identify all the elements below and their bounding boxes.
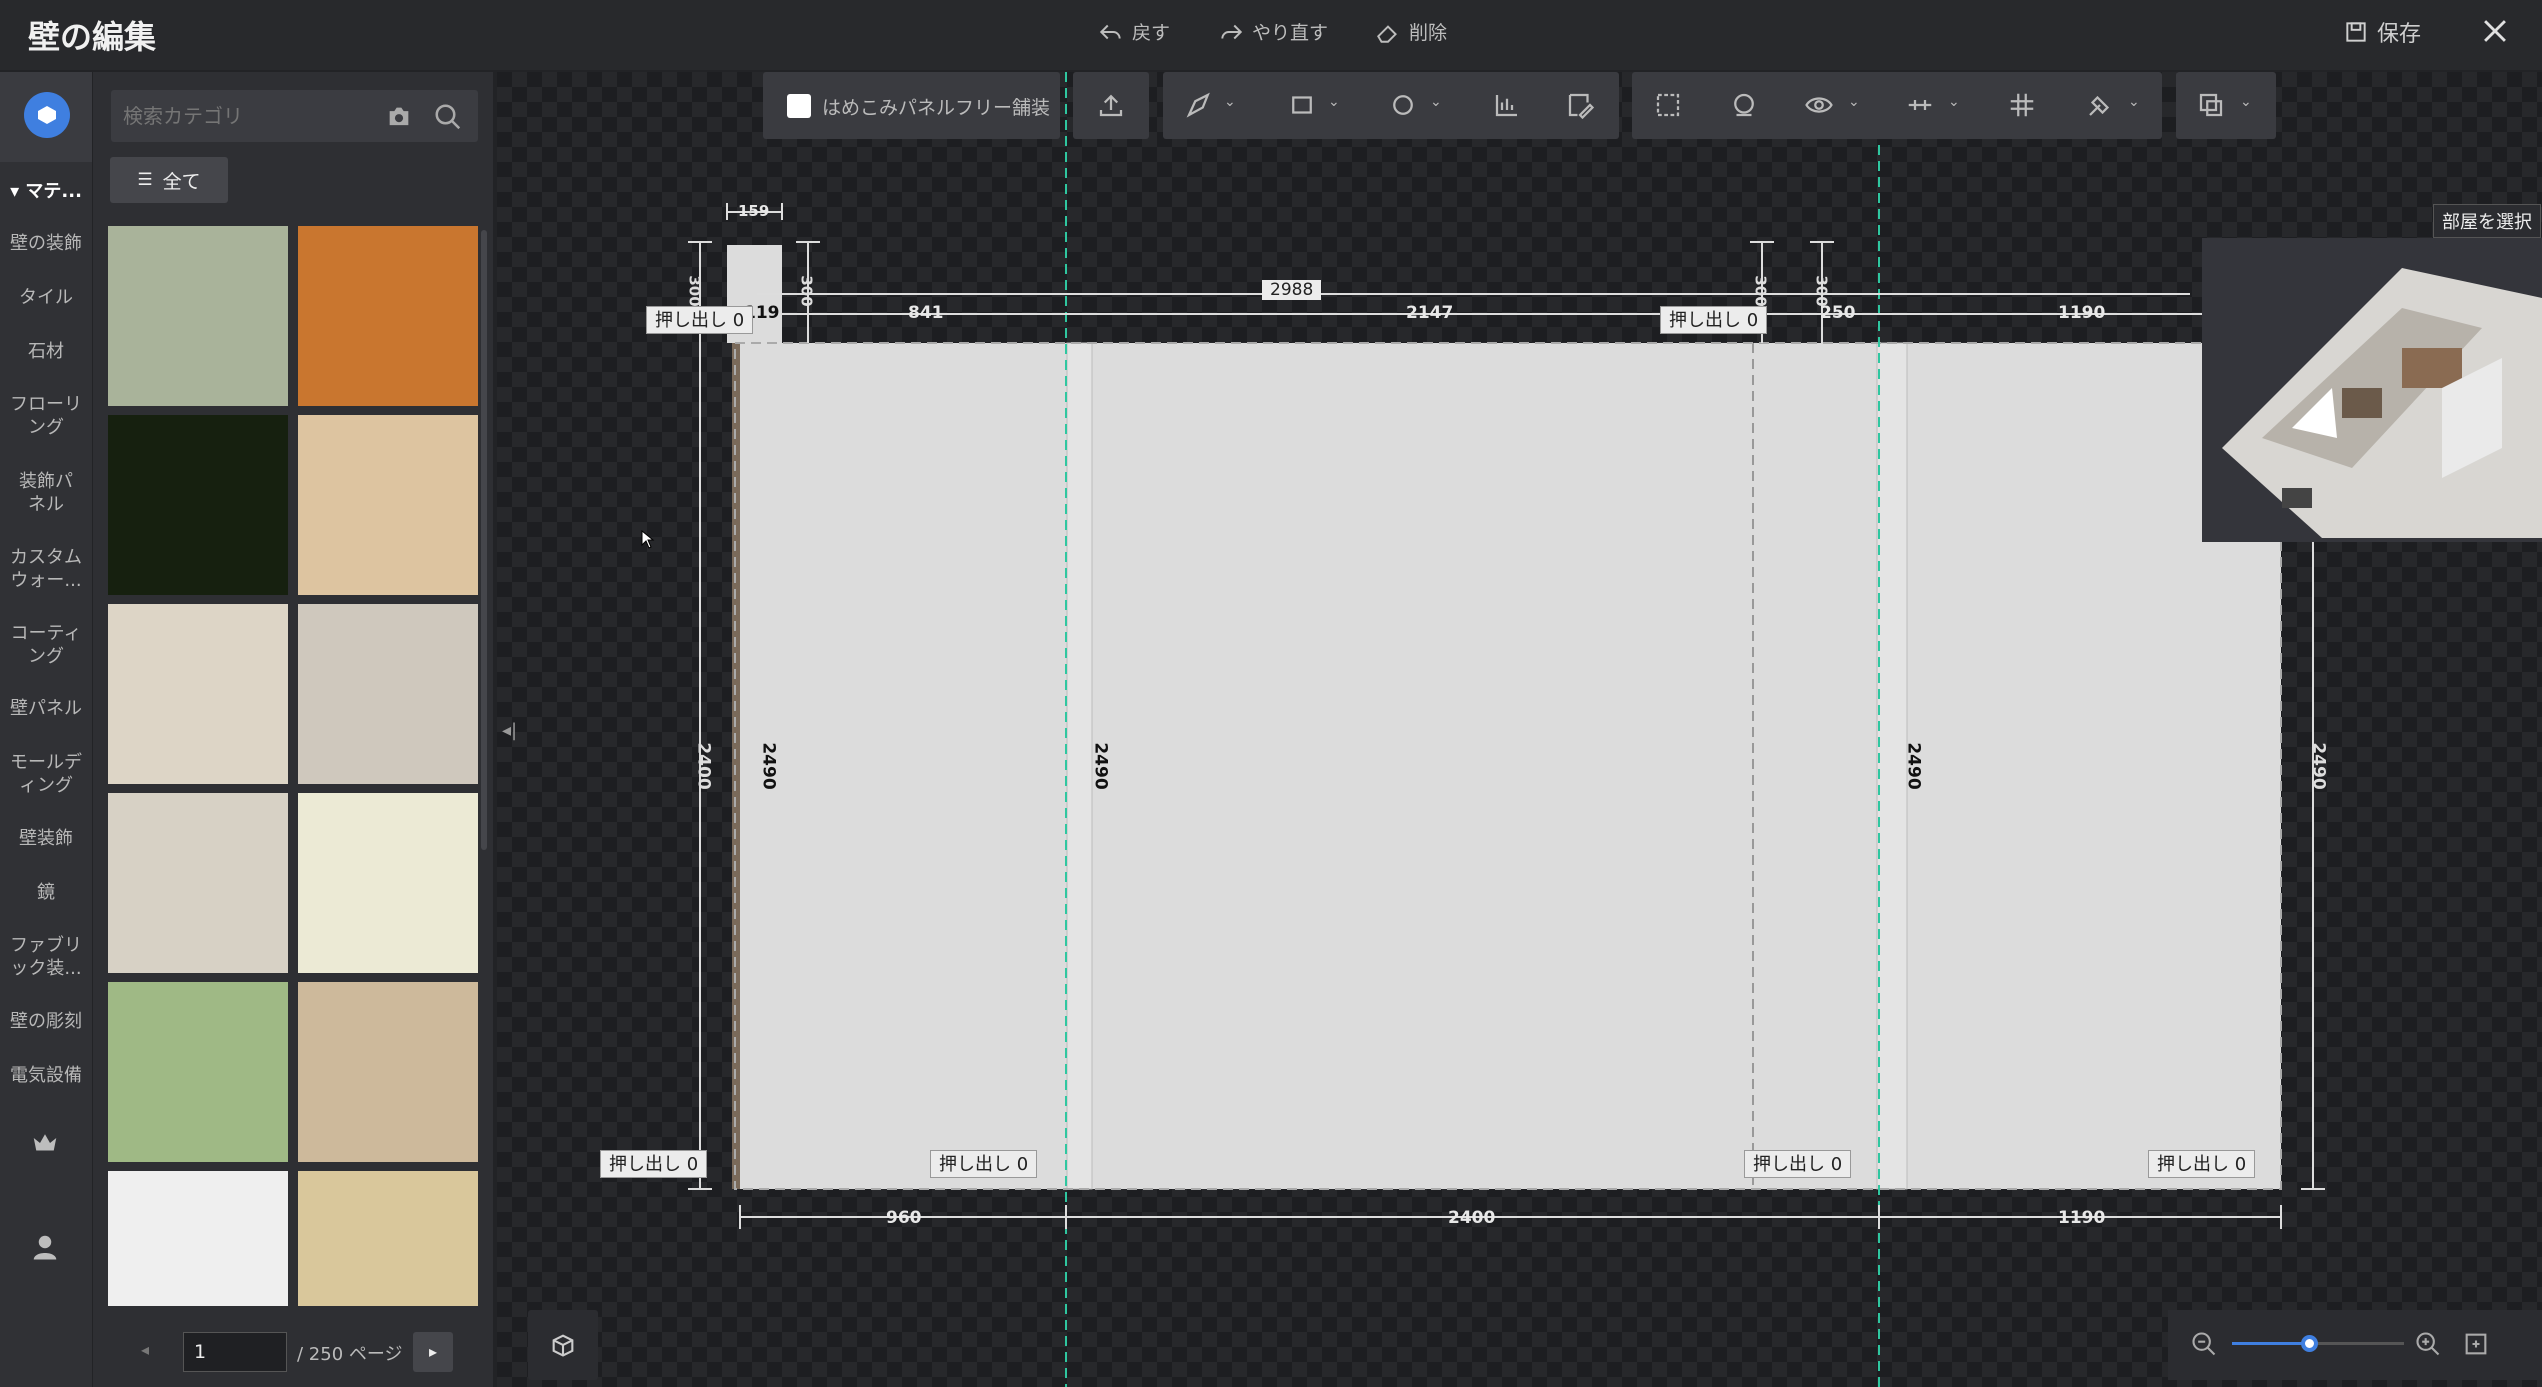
fit-screen-icon[interactable] [2462, 1330, 2490, 1358]
dim-2147: 2147 [1406, 303, 1454, 323]
wall-surface[interactable] [735, 343, 2281, 1189]
dim-300-b: 300 [797, 275, 816, 307]
push-field-bottom-left[interactable]: 押し出し 0 [600, 1150, 708, 1178]
dim-line-left-outer [688, 241, 712, 1190]
push-field-bottom-1[interactable]: 押し出し 0 [930, 1150, 1038, 1178]
push-field-bottom-2[interactable]: 押し出し 0 [1744, 1150, 1852, 1178]
dim-841: 841 [908, 303, 944, 323]
dim-300-c: 300 [1751, 275, 1770, 307]
dim-2400-left: 2400 [693, 742, 714, 790]
dim-1190-bottom: 1190 [2058, 1208, 2106, 1228]
panel-divider-1 [1066, 342, 1093, 1190]
dim-300-d: 300 [1812, 275, 1831, 307]
dim-2400: 2400 [1448, 1208, 1496, 1228]
zoom-out-icon[interactable] [2190, 1330, 2218, 1358]
push-field-top-right[interactable]: 押し出し 0 [1660, 306, 1768, 334]
dim-960: 960 [886, 1208, 922, 1228]
zoom-fill [2232, 1342, 2310, 1345]
dim-2490-a: 2490 [758, 742, 779, 790]
dim-1190-top: 1190 [2058, 303, 2106, 323]
dim-line-bottom [739, 1205, 2282, 1229]
push-field-top-left[interactable]: 押し出し 0 [646, 306, 754, 334]
zoom-in-icon[interactable] [2414, 1330, 2442, 1358]
dim-2988: 2988 [1262, 280, 1322, 300]
dim-2490-b: 2490 [1090, 742, 1111, 790]
panel-divider-2 [1876, 342, 1908, 1190]
mouse-cursor-icon [641, 530, 655, 549]
room-3d-preview[interactable] [2202, 238, 2542, 542]
dim-300-a: 300 [685, 275, 704, 307]
push-field-bottom-3[interactable]: 押し出し 0 [2148, 1150, 2256, 1178]
zoom-slider[interactable] [2232, 1335, 2404, 1352]
room-select-button[interactable]: 部屋を選択 [2433, 204, 2541, 238]
dim-159: 159 [738, 202, 770, 220]
dim-2490-c: 2490 [1903, 742, 1924, 790]
dim-2490-right: 2490 [2308, 742, 2329, 790]
